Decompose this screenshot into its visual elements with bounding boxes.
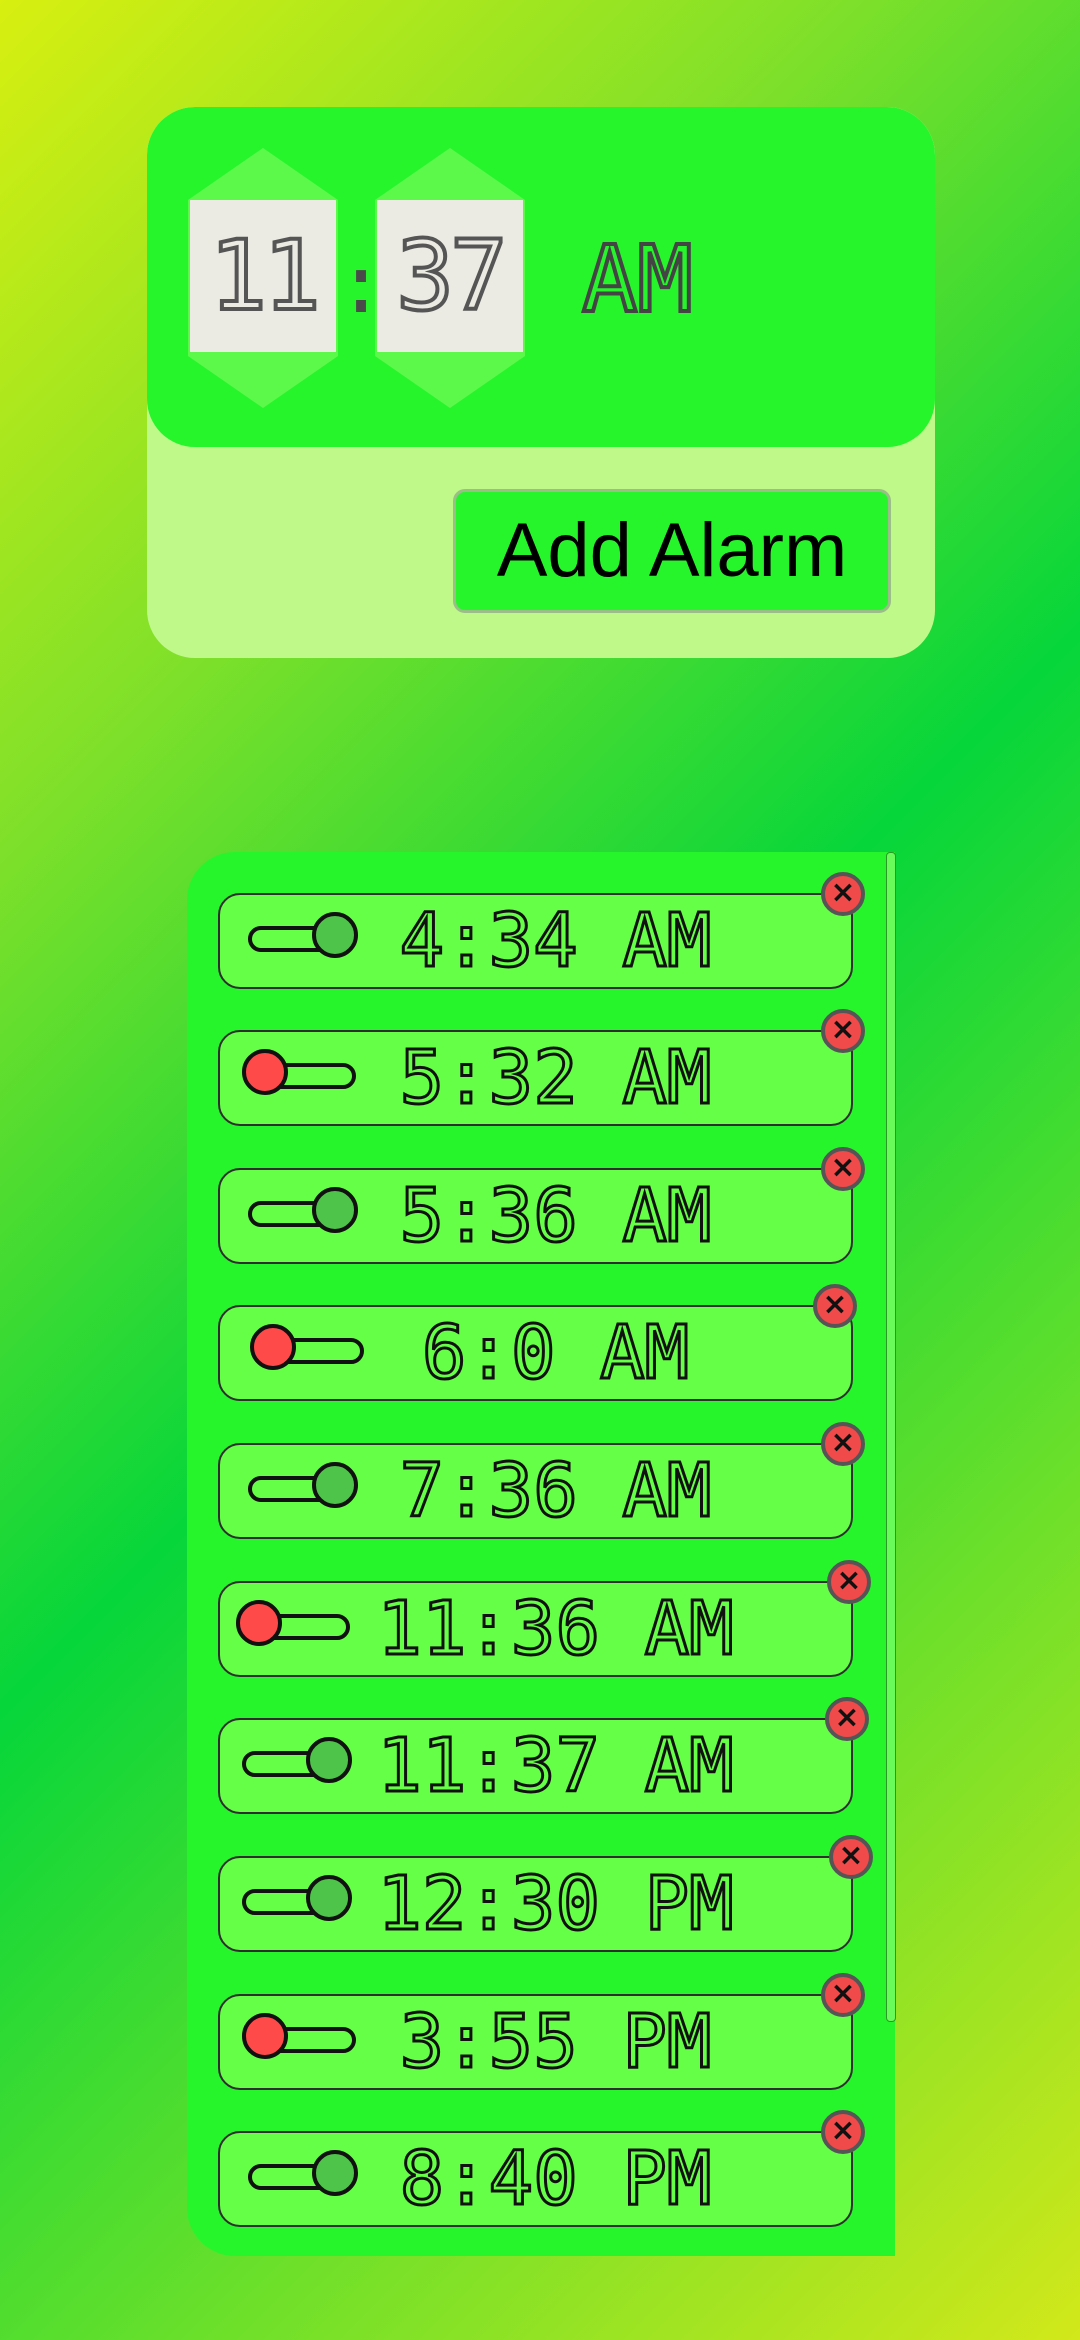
alarm-row: 6:0 AM: [218, 1305, 853, 1401]
close-icon: ×: [838, 1838, 864, 1873]
delete-alarm-button[interactable]: ×: [821, 1009, 865, 1053]
delete-alarm-button[interactable]: ×: [821, 1147, 865, 1191]
meridiem-toggle[interactable]: AM: [580, 215, 695, 345]
delete-alarm-button[interactable]: ×: [825, 1697, 869, 1741]
close-icon: ×: [822, 1287, 848, 1322]
close-icon: ×: [830, 1425, 856, 1460]
alarm-row: 11:37 AM: [218, 1718, 853, 1814]
alarm-time: 12:30 PM: [376, 1860, 735, 1949]
close-icon: ×: [830, 875, 856, 910]
hour-spinner[interactable]: 11: [188, 148, 338, 408]
alarm-row: 8:40 PM: [218, 2131, 853, 2227]
alarm-time: 8:40 PM: [398, 2135, 713, 2224]
alarm-time: 11:36 AM: [376, 1585, 735, 1674]
delete-alarm-button[interactable]: ×: [821, 1422, 865, 1466]
close-icon: ×: [830, 1150, 856, 1185]
close-icon: ×: [830, 1976, 856, 2011]
alarm-row: 4:34 AM: [218, 893, 853, 989]
alarm-row: 5:32 AM: [218, 1030, 853, 1126]
alarm-time: 7:36 AM: [398, 1447, 713, 1536]
minute-spinner[interactable]: 37: [375, 148, 525, 408]
delete-alarm-button[interactable]: ×: [813, 1284, 857, 1328]
alarm-time: 3:55 PM: [398, 1998, 713, 2087]
alarm-row: 5:36 AM: [218, 1168, 853, 1264]
delete-alarm-button[interactable]: ×: [827, 1560, 871, 1604]
close-icon: ×: [830, 2113, 856, 2148]
close-icon: ×: [836, 1563, 862, 1598]
alarm-row: 12:30 PM: [218, 1856, 853, 1952]
alarm-time: 4:34 AM: [398, 897, 713, 986]
alarm-time: 11:37 AM: [376, 1722, 735, 1811]
minute-value: 37: [394, 218, 510, 334]
hour-value: 11: [207, 218, 323, 334]
alarm-row: 7:36 AM: [218, 1443, 853, 1539]
delete-alarm-button[interactable]: ×: [829, 1835, 873, 1879]
delete-alarm-button[interactable]: ×: [821, 872, 865, 916]
alarm-row: 3:55 PM: [218, 1994, 853, 2090]
add-alarm-button[interactable]: Add Alarm: [453, 489, 891, 613]
alarm-time: 5:36 AM: [398, 1172, 713, 1261]
alarm-time: 6:0 AM: [420, 1309, 690, 1398]
alarm-time: 5:32 AM: [398, 1034, 713, 1123]
close-icon: ×: [834, 1700, 860, 1735]
time-separator: :: [337, 238, 386, 331]
delete-alarm-button[interactable]: ×: [821, 2110, 865, 2154]
alarm-row: 11:36 AM: [218, 1581, 853, 1677]
alarm-list-scrollbar[interactable]: [886, 852, 896, 2022]
delete-alarm-button[interactable]: ×: [821, 1973, 865, 2017]
close-icon: ×: [830, 1012, 856, 1047]
